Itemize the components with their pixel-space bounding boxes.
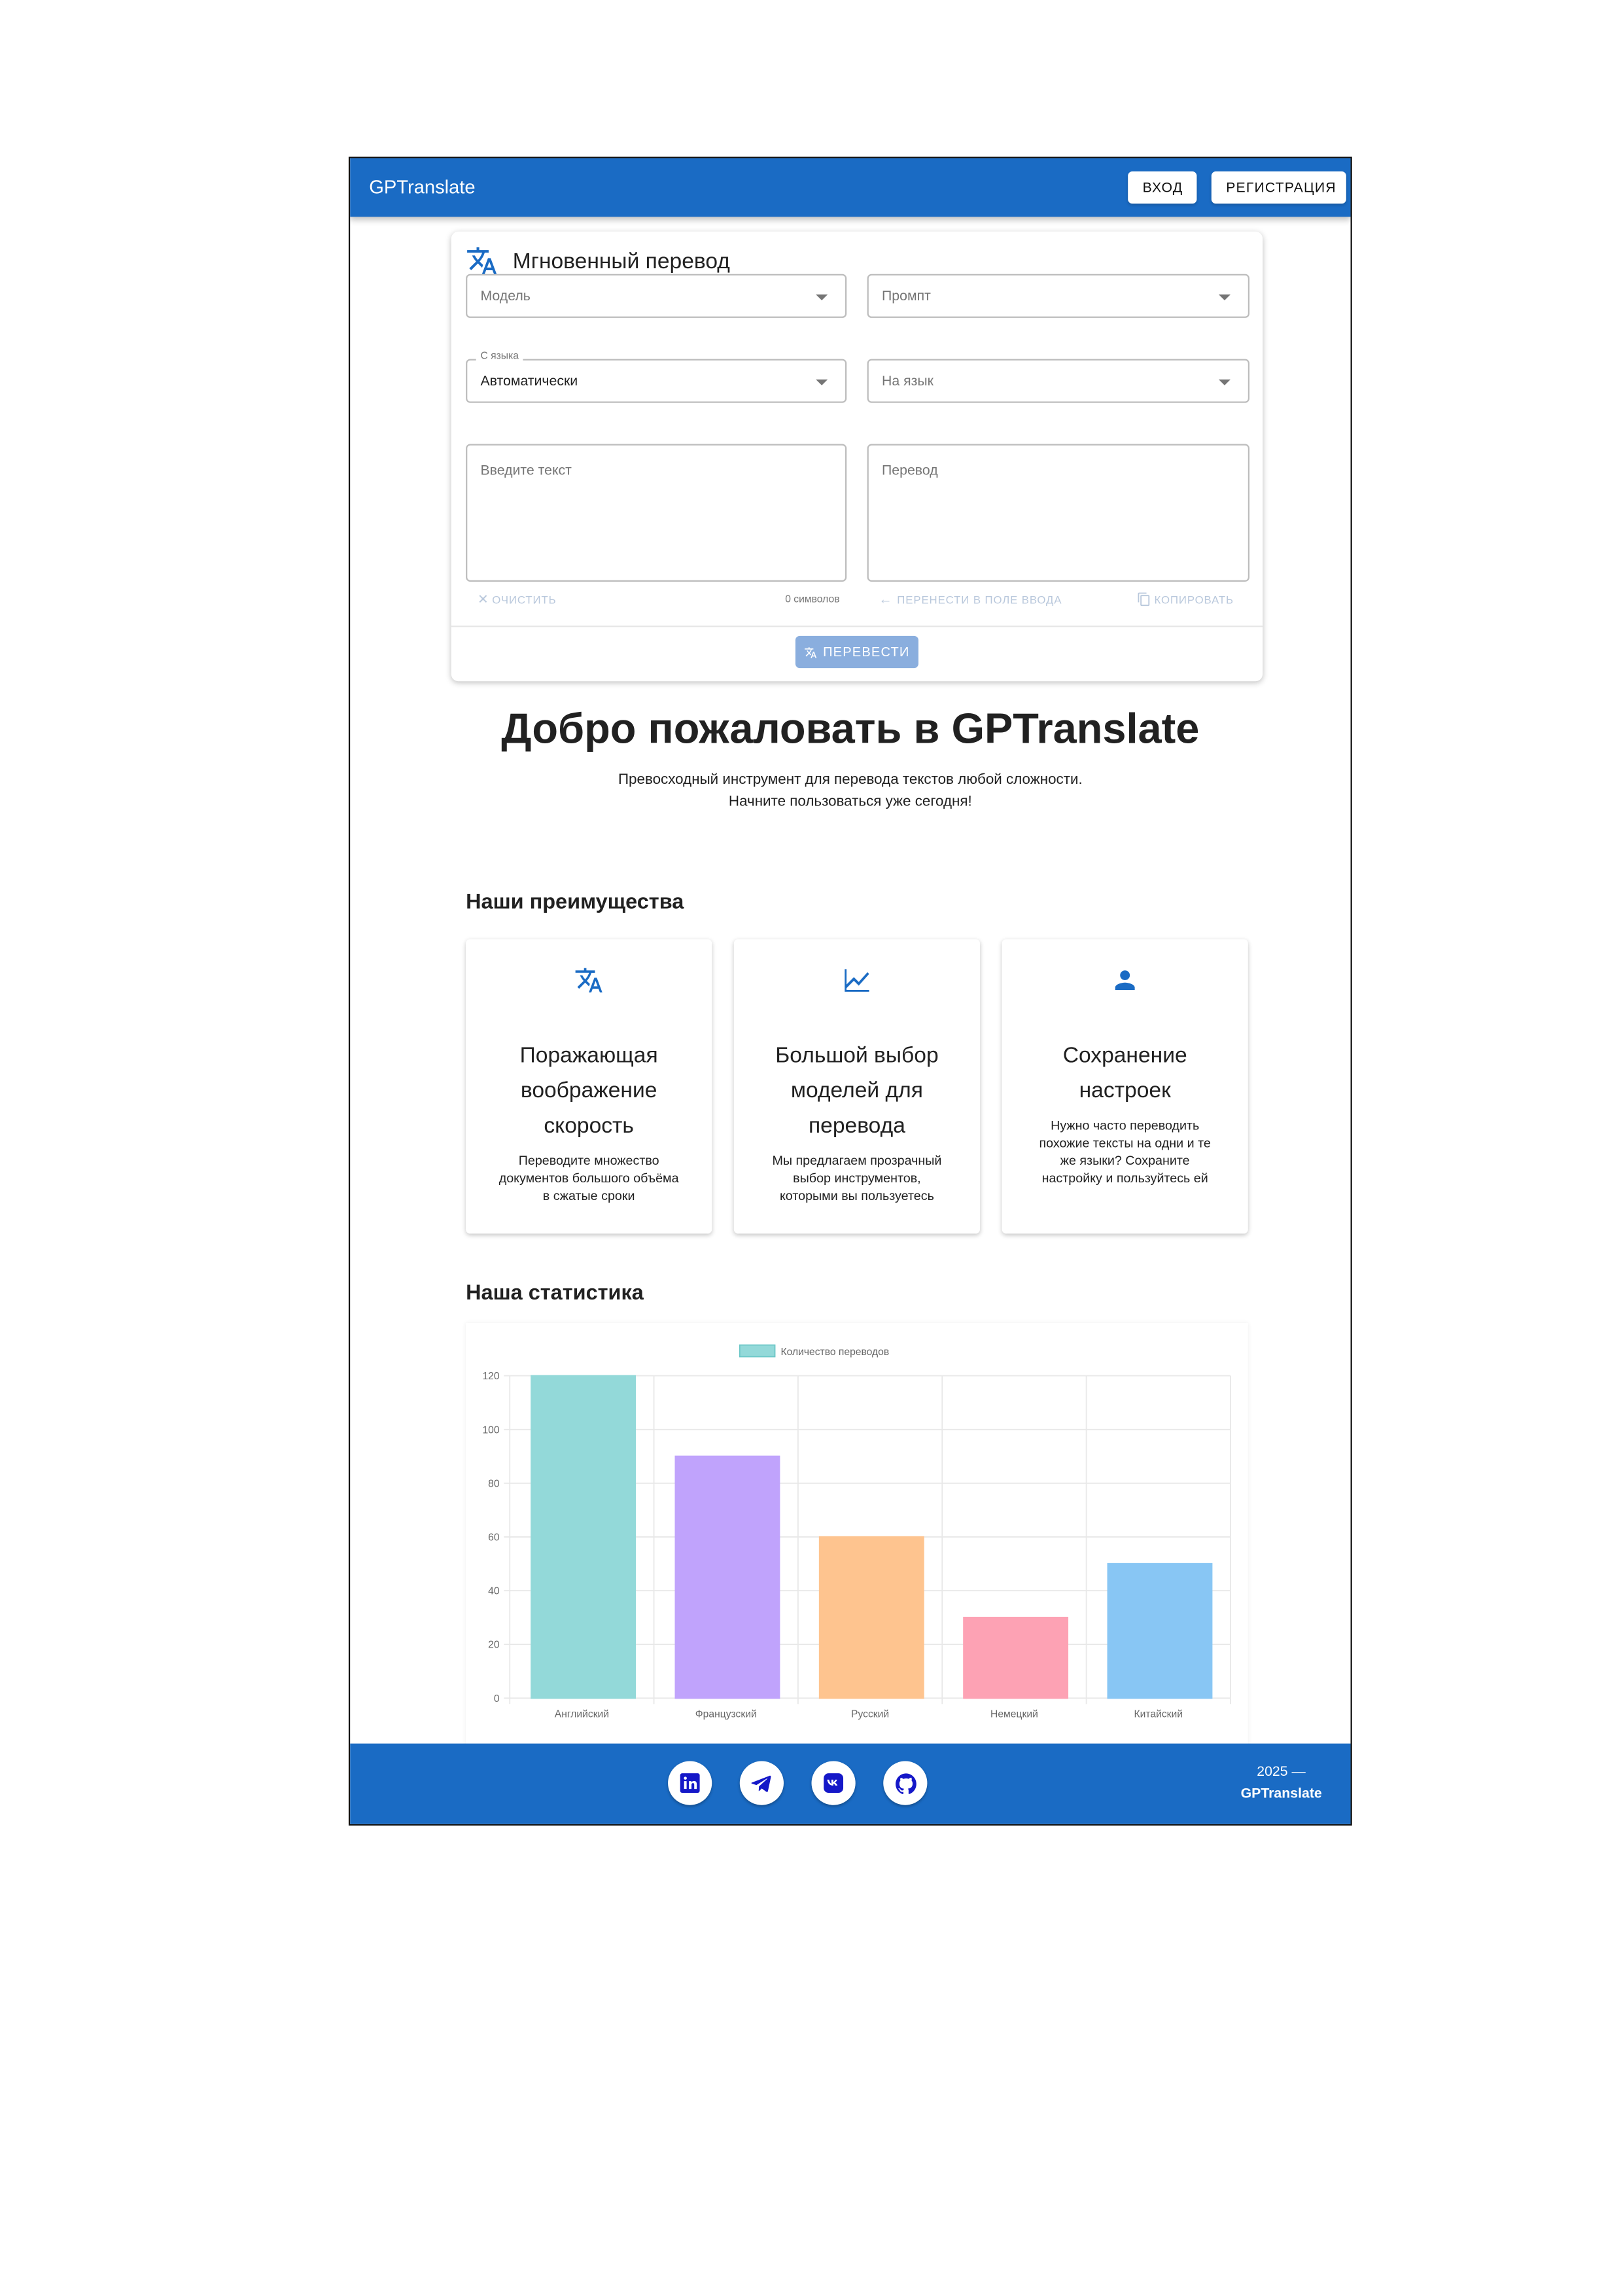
- app-bar: GPTranslate ВХОД РЕГИСТРАЦИЯ: [350, 158, 1351, 217]
- source-text-input[interactable]: Введите текст: [466, 444, 847, 582]
- translation-output[interactable]: Перевод: [867, 444, 1250, 582]
- hero-subtitle-line-2: Начните пользоваться уже сегодня!: [728, 794, 972, 811]
- x-tick-label: Немецкий: [990, 1708, 1038, 1720]
- advantages-heading: Наши преимущества: [466, 891, 684, 915]
- copy-icon: [1138, 592, 1150, 607]
- prompt-label: Промпт: [881, 289, 931, 305]
- source-language-label: С языка: [476, 351, 523, 362]
- y-tick-label: 80: [488, 1478, 500, 1489]
- chart-line-icon: [845, 969, 869, 992]
- move-to-input-label: ПЕРЕНЕСТИ В ПОЛЕ ВВОДА: [897, 592, 1062, 606]
- y-tick-label: 20: [488, 1640, 500, 1651]
- model-label: Модель: [480, 289, 531, 305]
- github-link[interactable]: [883, 1761, 928, 1805]
- footer-brand: GPTranslate: [1240, 1786, 1322, 1803]
- login-button[interactable]: ВХОД: [1128, 171, 1197, 204]
- hero-subtitle-line-1: Превосходный инструмент для перевода тек…: [618, 772, 1083, 788]
- close-icon: ✕: [477, 592, 489, 607]
- bar: [963, 1616, 1069, 1699]
- person-icon: [1115, 970, 1135, 990]
- register-button[interactable]: РЕГИСТРАЦИЯ: [1211, 171, 1346, 204]
- copy-label: КОПИРОВАТЬ: [1154, 592, 1234, 606]
- chevron-down-icon: [816, 379, 828, 385]
- copy-button[interactable]: КОПИРОВАТЬ: [1137, 592, 1234, 607]
- translate-icon: [805, 646, 817, 658]
- bar-chart: 0 20 40 60 80 100 120 Английский Французский Русс…: [482, 1344, 1231, 1720]
- vk-icon: [824, 1773, 844, 1793]
- y-tick-label: 60: [488, 1532, 500, 1544]
- clear-label: ОЧИСТИТЬ: [492, 593, 557, 607]
- feature-card-settings: Сохранение настроек Нужно часто переводи…: [1002, 939, 1248, 1234]
- y-tick-label: 40: [488, 1586, 500, 1597]
- target-language-select[interactable]: На язык: [867, 359, 1250, 403]
- card-divider: [451, 626, 1263, 627]
- feature-description: Мы предлагаем прозрачный выбор инструмен…: [772, 1153, 942, 1203]
- translator-title: Мгновенный перевод: [512, 248, 730, 274]
- legend-swatch: [739, 1344, 776, 1358]
- arrow-left-icon: ←: [879, 592, 893, 607]
- y-tick-label: 120: [482, 1371, 499, 1382]
- translation-placeholder: Перевод: [881, 463, 938, 480]
- page: GPTranslate ВХОД РЕГИСТРАЦИЯ Мгновенный …: [0, 0, 1623, 2296]
- footer: 2025 — GPTranslate: [350, 1743, 1351, 1824]
- prompt-select[interactable]: Промпт: [867, 274, 1250, 318]
- vk-link[interactable]: [811, 1761, 856, 1805]
- target-language-label: На язык: [881, 373, 934, 390]
- footer-year: 2025 —: [1257, 1763, 1306, 1780]
- x-tick-label: Русский: [851, 1708, 889, 1720]
- brand-title[interactable]: GPTranslate: [369, 176, 475, 198]
- telegram-link[interactable]: [739, 1761, 784, 1805]
- linkedin-icon: [680, 1773, 700, 1793]
- translate-label: ПЕРЕВЕСТИ: [823, 645, 910, 660]
- feature-card-speed: Поражающая воображение скорость Переводи…: [466, 939, 712, 1234]
- move-to-input-button[interactable]: ← ПЕРЕНЕСТИ В ПОЛЕ ВВОДА: [879, 592, 1062, 607]
- char-count: 0 символов: [785, 595, 840, 605]
- feature-title: Сохранение настроек: [1062, 1043, 1187, 1104]
- github-icon: [894, 1773, 916, 1793]
- app-window: GPTranslate ВХОД РЕГИСТРАЦИЯ Мгновенный …: [348, 156, 1352, 1826]
- feature-description: Переводите множество документов большого…: [498, 1153, 679, 1203]
- model-select[interactable]: Модель: [466, 274, 847, 318]
- translator-card: Мгновенный перевод Модель Промпт С языка…: [451, 231, 1263, 682]
- x-tick-label: Французский: [695, 1708, 757, 1720]
- legend-label: Количество переводов: [780, 1347, 889, 1358]
- feature-card-models: Большой выбор моделей для перевода Мы пр…: [733, 939, 981, 1234]
- bar: [531, 1375, 637, 1699]
- chevron-down-icon: [1219, 379, 1230, 385]
- chevron-down-icon: [1219, 294, 1230, 301]
- bar: [1107, 1563, 1213, 1699]
- translate-icon: [575, 968, 602, 993]
- feature-title: Большой выбор моделей для перевода: [775, 1043, 939, 1139]
- source-language-select[interactable]: С языка Автоматически: [466, 351, 847, 403]
- chevron-down-icon: [816, 294, 828, 301]
- hero-title: Добро пожаловать в GPTranslate: [501, 706, 1200, 753]
- translate-button[interactable]: ПЕРЕВЕСТИ: [795, 635, 918, 669]
- x-tick-label: Английский: [555, 1708, 609, 1720]
- source-language-value: Автоматически: [480, 373, 578, 390]
- feature-title: Поражающая воображение скорость: [519, 1043, 658, 1139]
- translator-header: Мгновенный перевод: [466, 243, 730, 279]
- bar: [674, 1455, 780, 1699]
- source-text-placeholder: Введите текст: [480, 463, 572, 480]
- feature-description: Нужно часто переводить похожие тексты на…: [1039, 1118, 1211, 1186]
- y-tick-label: 0: [494, 1693, 500, 1704]
- telegram-icon: [751, 1775, 771, 1792]
- stats-chart-card: 0 20 40 60 80 100 120 Английский Французский Русс…: [466, 1322, 1248, 1748]
- stats-heading: Наша статистика: [466, 1282, 644, 1306]
- y-tick-label: 100: [482, 1424, 499, 1436]
- linkedin-link[interactable]: [668, 1761, 712, 1805]
- x-tick-label: Китайский: [1134, 1708, 1183, 1720]
- translate-icon: [467, 247, 497, 275]
- clear-button[interactable]: ✕ ОЧИСТИТЬ: [478, 592, 557, 609]
- bar: [818, 1536, 924, 1699]
